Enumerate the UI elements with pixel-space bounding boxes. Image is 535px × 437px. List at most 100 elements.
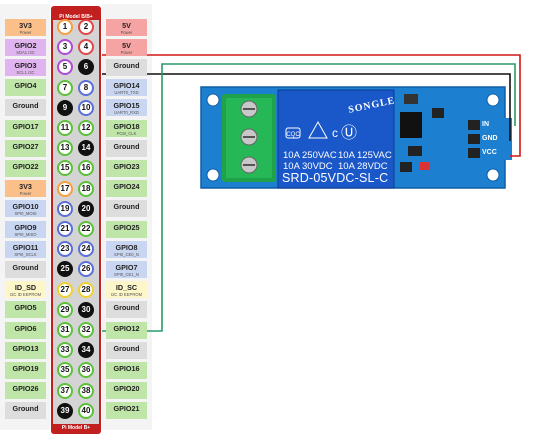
pin-label-32: GPIO12 xyxy=(106,321,147,339)
pin-label-15: GPIO22 xyxy=(5,159,46,177)
pin-label-33: GPIO13 xyxy=(5,341,46,359)
pin-name-30: Ground xyxy=(113,303,140,313)
wiring-diagram: CQC c Ⓤ Pi Model B/B+ Pi Model B+ 3V3 Pow… xyxy=(0,0,535,437)
relay-gnd-pin xyxy=(468,134,480,144)
pin-label-8: GPIO14 UART0_TXD xyxy=(106,79,147,97)
pin-label-20: Ground xyxy=(106,200,147,218)
pin-37: 37 xyxy=(57,382,73,399)
pin-name-2: 5V xyxy=(122,20,131,30)
pin-function-28: I2C ID EEPROM xyxy=(110,292,143,298)
pin-function-5: SCL1 I2C xyxy=(16,69,35,75)
pin-function-12: PCM_CLK xyxy=(116,130,137,136)
pin-label-6: Ground xyxy=(106,58,147,76)
pin-function-3: SDA1 I2C xyxy=(16,49,35,55)
pin-name-34: Ground xyxy=(113,343,140,353)
pin-name-31: GPIO6 xyxy=(14,323,37,333)
pin-label-27: ID_SD I2C ID EEPROM xyxy=(5,281,46,299)
pin-name-15: GPIO22 xyxy=(12,161,39,171)
pin-label-14: Ground xyxy=(106,139,147,157)
pin-30: 30 xyxy=(78,301,94,318)
pin-label-16: GPIO23 xyxy=(106,159,147,177)
pin-8: 8 xyxy=(78,79,94,96)
pin-31: 31 xyxy=(57,322,73,338)
pin-name-21: GPIO9 xyxy=(14,222,37,232)
pin-function-2: Power xyxy=(120,29,133,35)
pin-name-10: GPIO15 xyxy=(113,101,140,111)
pin-label-37: GPIO26 xyxy=(5,382,46,400)
pin-label-23: GPIO11 SPI0_SCLK xyxy=(5,240,46,258)
pin-19: 19 xyxy=(57,200,73,217)
pin-32: 32 xyxy=(78,322,94,338)
pin-label-40: GPIO21 xyxy=(106,402,147,420)
pin-18: 18 xyxy=(78,180,94,197)
pin-name-14: Ground xyxy=(113,141,140,151)
svg-text:Ⓤ: Ⓤ xyxy=(341,124,357,142)
pin-name-1: 3V3 xyxy=(19,20,32,30)
pin-name-12: GPIO18 xyxy=(113,121,140,131)
relay-rating-1: 10A 250VAC xyxy=(283,150,337,161)
pin-name-11: GPIO17 xyxy=(12,121,39,131)
pin-label-26: GPIO7 SPI0_CE1_N xyxy=(106,260,147,278)
pin-9: 9 xyxy=(57,99,73,116)
pin-function-24: SPI0_CE0_N xyxy=(114,251,139,257)
pin-7: 7 xyxy=(57,79,73,96)
pin-label-7: GPIO4 xyxy=(5,79,46,97)
header-model-label: Pi Model B/B+ xyxy=(59,14,93,20)
footer-model-label: Pi Model B+ xyxy=(61,425,91,431)
pin-label-13: GPIO27 xyxy=(5,139,46,157)
pin-name-40: GPIO21 xyxy=(113,404,140,414)
pin-10: 10 xyxy=(78,99,94,116)
pin-label-39: Ground xyxy=(5,402,46,420)
relay-vcc-label: VCC xyxy=(482,149,497,156)
pin-label-29: GPIO5 xyxy=(5,301,46,319)
pin-21: 21 xyxy=(57,221,73,237)
pin-name-38: GPIO20 xyxy=(113,384,140,394)
pin-label-10: GPIO15 UART0_RXD xyxy=(106,99,147,117)
pin-label-36: GPIO16 xyxy=(106,361,147,379)
pin-name-4: 5V xyxy=(122,40,131,50)
pin-name-27: ID_SD xyxy=(14,283,37,293)
pin-label-1: 3V3 Power xyxy=(5,18,46,36)
pin-name-13: GPIO27 xyxy=(12,141,39,151)
pin-29: 29 xyxy=(57,301,73,318)
pin-name-3: GPIO2 xyxy=(14,40,37,50)
pin-38: 38 xyxy=(78,382,94,399)
relay-in-label: IN xyxy=(482,121,489,128)
pin-name-7: GPIO4 xyxy=(14,81,37,91)
svg-text:c: c xyxy=(332,126,338,140)
pin-function-17: Power xyxy=(19,191,32,197)
pin-39: 39 xyxy=(57,402,73,419)
pin-name-16: GPIO23 xyxy=(113,161,140,171)
pin-function-23: SPI0_SCLK xyxy=(14,251,37,257)
transistor xyxy=(400,112,422,138)
relay-in-pin xyxy=(468,120,480,130)
pin-name-20: Ground xyxy=(113,202,140,212)
pin-27: 27 xyxy=(57,281,73,298)
pin-name-5: GPIO3 xyxy=(14,60,37,70)
pin-label-17: 3V3 Power xyxy=(5,180,46,198)
pin-17: 17 xyxy=(57,180,73,197)
pin-name-6: Ground xyxy=(113,60,140,70)
pin-label-22: GPIO25 xyxy=(106,220,147,238)
pin-label-19: GPIO10 SPI0_MOSI xyxy=(5,200,46,218)
pin-name-17: 3V3 xyxy=(19,182,32,192)
svg-text:CQC: CQC xyxy=(286,132,300,138)
relay-model: SRD-05VDC-SL-C xyxy=(282,171,389,185)
pin-function-19: SPI0_MOSI xyxy=(14,211,37,217)
pin-40: 40 xyxy=(78,402,94,419)
pin-label-35: GPIO19 xyxy=(5,361,46,379)
pin-name-9: Ground xyxy=(12,101,39,111)
pin-label-3: GPIO2 SDA1 I2C xyxy=(5,38,46,56)
pin-12: 12 xyxy=(78,120,94,136)
relay-rating-2: 10A 125VAC xyxy=(338,150,392,161)
relay-vcc-pin xyxy=(468,148,480,158)
pin-22: 22 xyxy=(78,221,94,237)
pin-20: 20 xyxy=(78,200,94,217)
pin-name-18: GPIO24 xyxy=(113,182,140,192)
pin-label-30: Ground xyxy=(106,301,147,319)
pin-label-4: 5V Power xyxy=(106,38,147,56)
pin-name-28: ID_SC xyxy=(115,283,138,293)
pin-name-23: GPIO11 xyxy=(12,242,39,252)
pin-2: 2 xyxy=(78,19,94,35)
pin-function-26: SPI0_CE1_N xyxy=(114,271,139,277)
